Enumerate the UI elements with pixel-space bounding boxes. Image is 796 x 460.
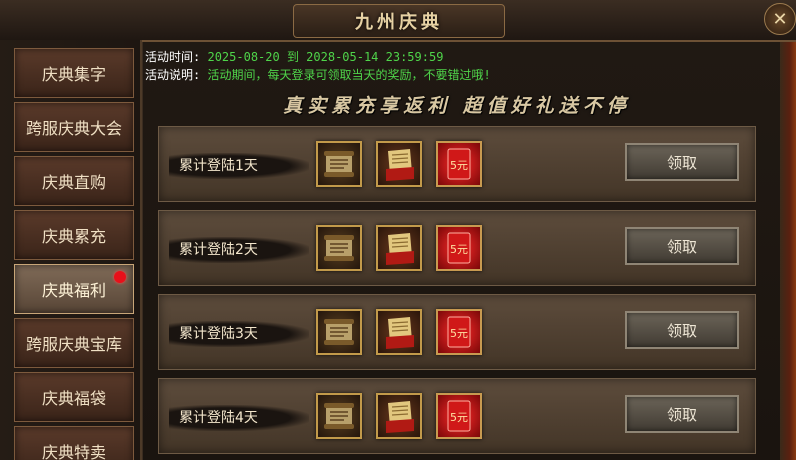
gold-scroll-reward-icon[interactable]	[376, 141, 422, 187]
reward-row-label: 累计登陆4天	[179, 410, 258, 426]
scroll-reward-icon[interactable]	[316, 309, 362, 355]
claim-button-label: 领取	[666, 405, 697, 424]
gold-scroll-reward-icon[interactable]	[376, 309, 422, 355]
claim-button[interactable]: 领取	[625, 311, 739, 349]
scroll-reward-icon[interactable]	[316, 141, 362, 187]
activity-desc-row: 活动说明: 活动期间，每天登录可领取当天的奖励，不要错过哦!	[145, 66, 491, 83]
sidebar-item-label: 跨服庆典宝库	[25, 335, 122, 354]
envelope-value-text: 5元	[450, 243, 468, 256]
close-icon: ✕	[772, 8, 788, 30]
red-envelope-icon[interactable]: 5元	[436, 225, 482, 271]
envelope-value-text: 5元	[450, 411, 468, 424]
claim-button-label: 领取	[666, 153, 697, 172]
sidebar-item-label: 庆典特卖	[41, 443, 106, 460]
claim-button-label: 领取	[666, 321, 697, 340]
reward-row-label: 累计登陆3天	[179, 326, 258, 342]
gold-scroll-reward-icon[interactable]	[376, 393, 422, 439]
gold-scroll-reward-icon[interactable]	[376, 225, 422, 271]
sidebar-item-lucky-bag[interactable]: 庆典福袋	[14, 372, 134, 422]
envelope-value-text: 5元	[450, 327, 468, 340]
red-envelope-icon[interactable]: 5元	[436, 141, 482, 187]
sidebar-item-special-sale[interactable]: 庆典特卖	[14, 426, 134, 460]
activity-time-label: 活动时间:	[145, 50, 201, 64]
sidebar-item-label: 庆典累充	[41, 227, 106, 246]
envelope-value-text: 5元	[450, 159, 468, 172]
close-button[interactable]: ✕	[764, 3, 796, 35]
sidebar-item-label: 庆典福袋	[41, 389, 106, 408]
sidebar-item-direct-purchase[interactable]: 庆典直购	[14, 156, 134, 206]
right-border-decoration	[780, 42, 796, 460]
scroll-reward-icon[interactable]	[316, 393, 362, 439]
sidebar-item-label: 庆典集字	[41, 65, 106, 84]
notification-badge	[114, 271, 126, 283]
sidebar-item-collect-words[interactable]: 庆典集字	[14, 48, 134, 98]
reward-row: 累计登陆2天 5元 领取	[158, 210, 756, 286]
sidebar-item-label: 庆典福利	[41, 281, 106, 300]
promo-slogan: 真实累充享返利 超值好礼送不停	[283, 94, 631, 117]
claim-button[interactable]: 领取	[625, 143, 739, 181]
sidebar: 庆典集字 跨服庆典大会 庆典直购 庆典累充 庆典福利 跨服庆典宝库 庆典福袋 庆…	[0, 40, 142, 460]
reward-row: 累计登陆1天 5元 领取	[158, 126, 756, 202]
sidebar-item-label: 庆典直购	[41, 173, 106, 192]
claim-button[interactable]: 领取	[625, 395, 739, 433]
red-envelope-icon[interactable]: 5元	[436, 309, 482, 355]
reward-row: 累计登陆4天 5元 领取	[158, 378, 756, 454]
sidebar-item-cross-server-treasury[interactable]: 跨服庆典宝库	[14, 318, 134, 368]
red-envelope-icon[interactable]: 5元	[436, 393, 482, 439]
sidebar-item-welfare[interactable]: 庆典福利	[14, 264, 134, 314]
reward-row-label: 累计登陆2天	[179, 242, 258, 258]
activity-time-row: 活动时间: 2025-08-20 到 2028-05-14 23:59:59	[145, 48, 443, 65]
sidebar-item-cross-server-gala[interactable]: 跨服庆典大会	[14, 102, 134, 152]
window-title: 九州庆典	[293, 4, 505, 38]
activity-time-value: 2025-08-20 到 2028-05-14 23:59:59	[207, 50, 444, 64]
claim-button-label: 领取	[666, 237, 697, 256]
reward-row: 累计登陆3天 5元 领取	[158, 294, 756, 370]
sidebar-item-cumulative-recharge[interactable]: 庆典累充	[14, 210, 134, 260]
activity-desc-label: 活动说明:	[145, 68, 201, 82]
scroll-reward-icon[interactable]	[316, 225, 362, 271]
title-bar: 九州庆典	[0, 0, 796, 42]
activity-desc-value: 活动期间，每天登录可领取当天的奖励，不要错过哦!	[207, 68, 491, 82]
claim-button[interactable]: 领取	[625, 227, 739, 265]
reward-row-label: 累计登陆1天	[179, 158, 258, 174]
sidebar-item-label: 跨服庆典大会	[25, 119, 122, 138]
